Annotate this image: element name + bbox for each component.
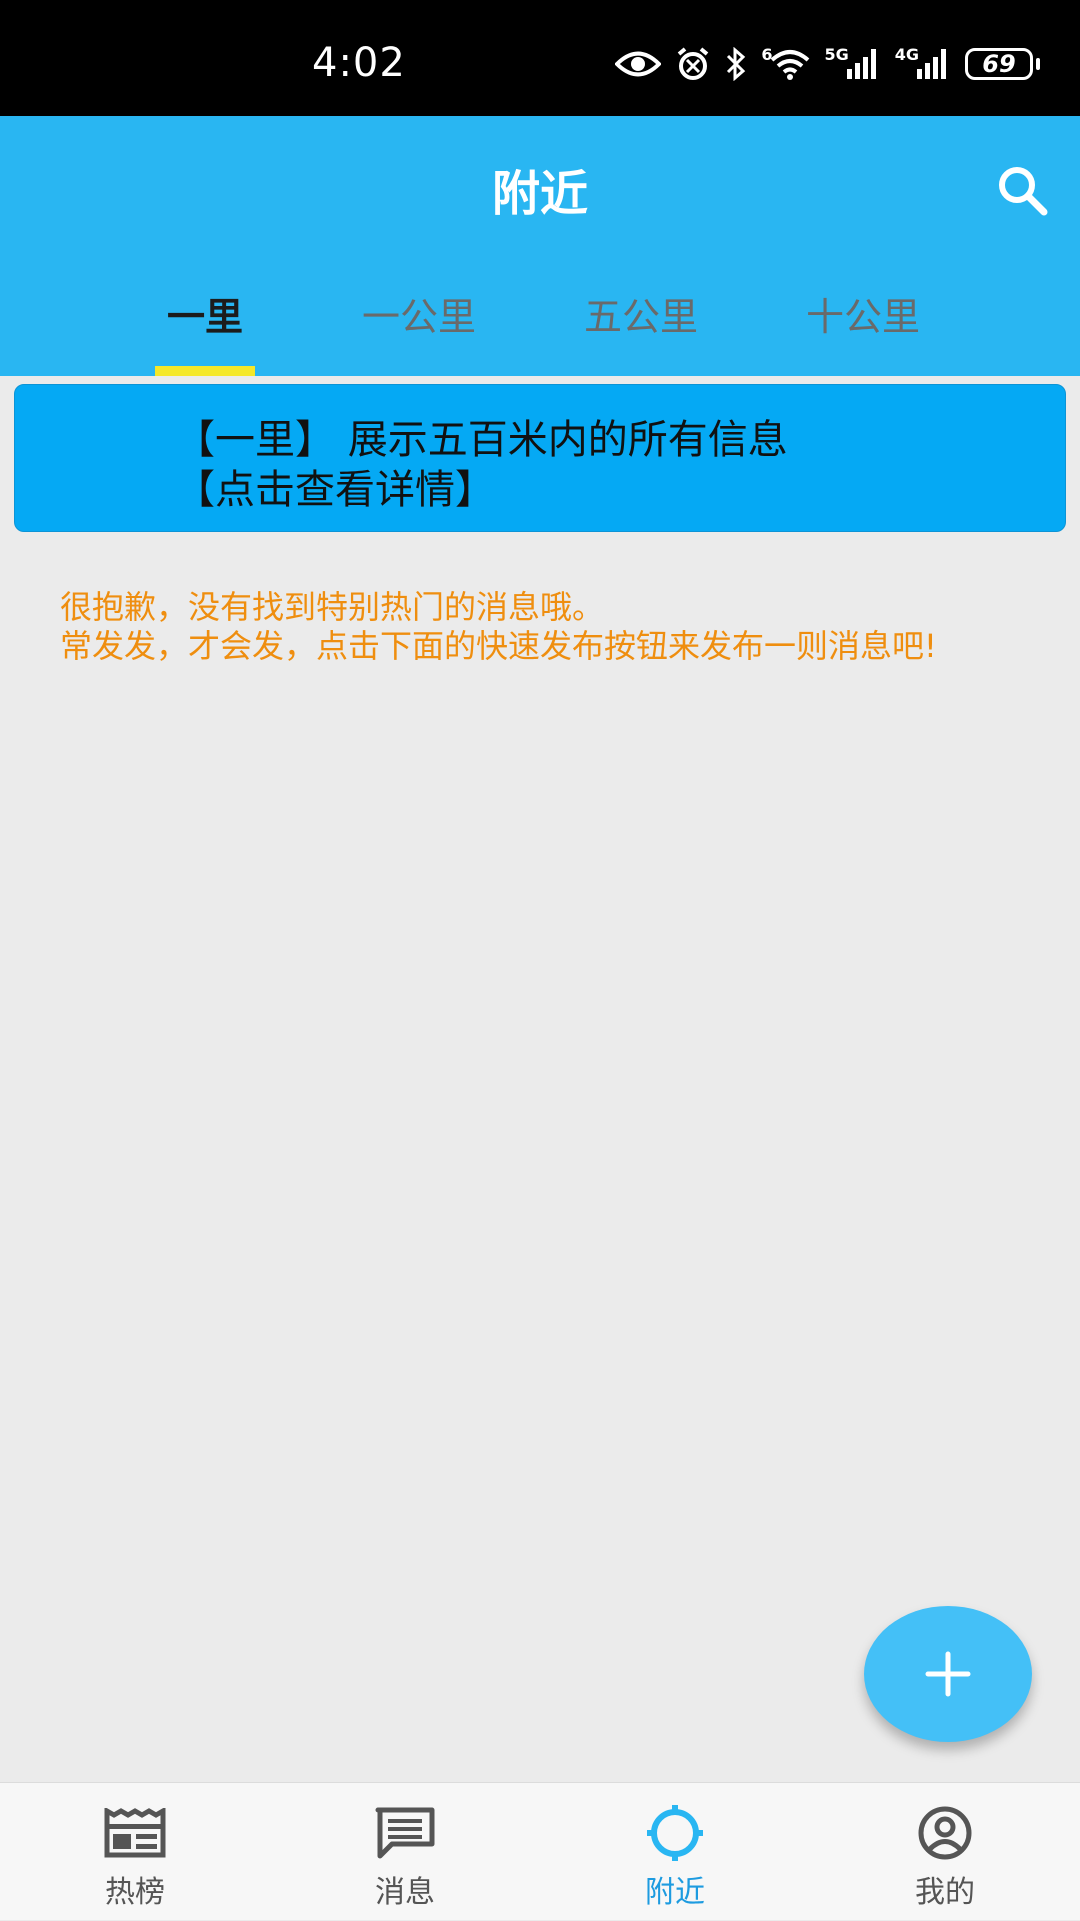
range-info-banner[interactable]: 【一里】 展示五百米内的所有信息 【点击查看详情】 bbox=[14, 384, 1066, 532]
eye-icon bbox=[615, 49, 662, 79]
banner-line-2: 【点击查看详情】 bbox=[175, 467, 495, 513]
signal-4g-icon: 4G bbox=[895, 45, 951, 79]
bluetooth-icon bbox=[725, 47, 747, 81]
status-bar: 4:02 6 5G 4G 69 bbox=[0, 0, 1080, 116]
empty-state-message: 很抱歉，没有找到特别热门的消息哦。 常发发，才会发，点击下面的快速发布按钮来发布… bbox=[60, 588, 1020, 666]
nav-label: 消息 bbox=[375, 1875, 435, 1910]
nearby-icon bbox=[642, 1805, 708, 1861]
tab-label: 一里 bbox=[166, 295, 243, 339]
status-time: 4:02 bbox=[312, 40, 406, 86]
battery-level: 69 bbox=[965, 48, 1033, 80]
distance-tabs: 一里 一公里 五公里 十公里 bbox=[110, 280, 970, 376]
nav-label: 热榜 bbox=[105, 1875, 165, 1910]
signal-5g-icon: 5G bbox=[824, 45, 880, 79]
tab-label: 一公里 bbox=[361, 295, 476, 339]
message-icon bbox=[374, 1805, 436, 1861]
nav-item-messages[interactable]: 消息 bbox=[270, 1783, 540, 1921]
tab-one-li[interactable]: 一里 bbox=[110, 280, 300, 376]
bottom-navigation: 热榜 消息 附近 我的 bbox=[0, 1782, 1080, 1920]
nav-item-hot-list[interactable]: 热榜 bbox=[0, 1783, 270, 1921]
status-icons: 6 5G 4G 69 bbox=[615, 44, 1040, 84]
signal-5g-label: 5G bbox=[824, 44, 849, 64]
empty-message-line-1: 很抱歉，没有找到特别热门的消息哦。 bbox=[60, 588, 605, 626]
quick-post-button[interactable] bbox=[864, 1606, 1032, 1742]
tab-ten-km[interactable]: 十公里 bbox=[768, 280, 958, 376]
profile-icon bbox=[916, 1805, 974, 1861]
alarm-icon bbox=[675, 46, 711, 82]
wifi-icon: 6 bbox=[761, 44, 810, 80]
search-button[interactable] bbox=[990, 158, 1054, 222]
tab-indicator bbox=[155, 366, 255, 376]
wifi-badge: 6 bbox=[761, 44, 773, 64]
nav-label: 我的 bbox=[915, 1875, 975, 1910]
nav-item-profile[interactable]: 我的 bbox=[810, 1783, 1080, 1921]
tab-one-km[interactable]: 一公里 bbox=[324, 280, 514, 376]
battery-icon: 69 bbox=[965, 48, 1040, 80]
tab-label: 十公里 bbox=[805, 295, 920, 339]
nav-item-nearby[interactable]: 附近 bbox=[540, 1783, 810, 1921]
signal-4g-label: 4G bbox=[894, 44, 919, 64]
tab-label: 五公里 bbox=[583, 295, 698, 339]
hot-list-icon bbox=[104, 1805, 166, 1861]
empty-message-line-2: 常发发，才会发，点击下面的快速发布按钮来发布一则消息吧! bbox=[60, 627, 937, 665]
page-title: 附近 bbox=[491, 166, 588, 222]
plus-icon bbox=[925, 1651, 971, 1697]
nav-label: 附近 bbox=[645, 1875, 705, 1910]
search-icon bbox=[999, 167, 1048, 216]
app-header: 附近 一里 一公里 五公里 十公里 bbox=[0, 116, 1080, 376]
tab-five-km[interactable]: 五公里 bbox=[546, 280, 736, 376]
